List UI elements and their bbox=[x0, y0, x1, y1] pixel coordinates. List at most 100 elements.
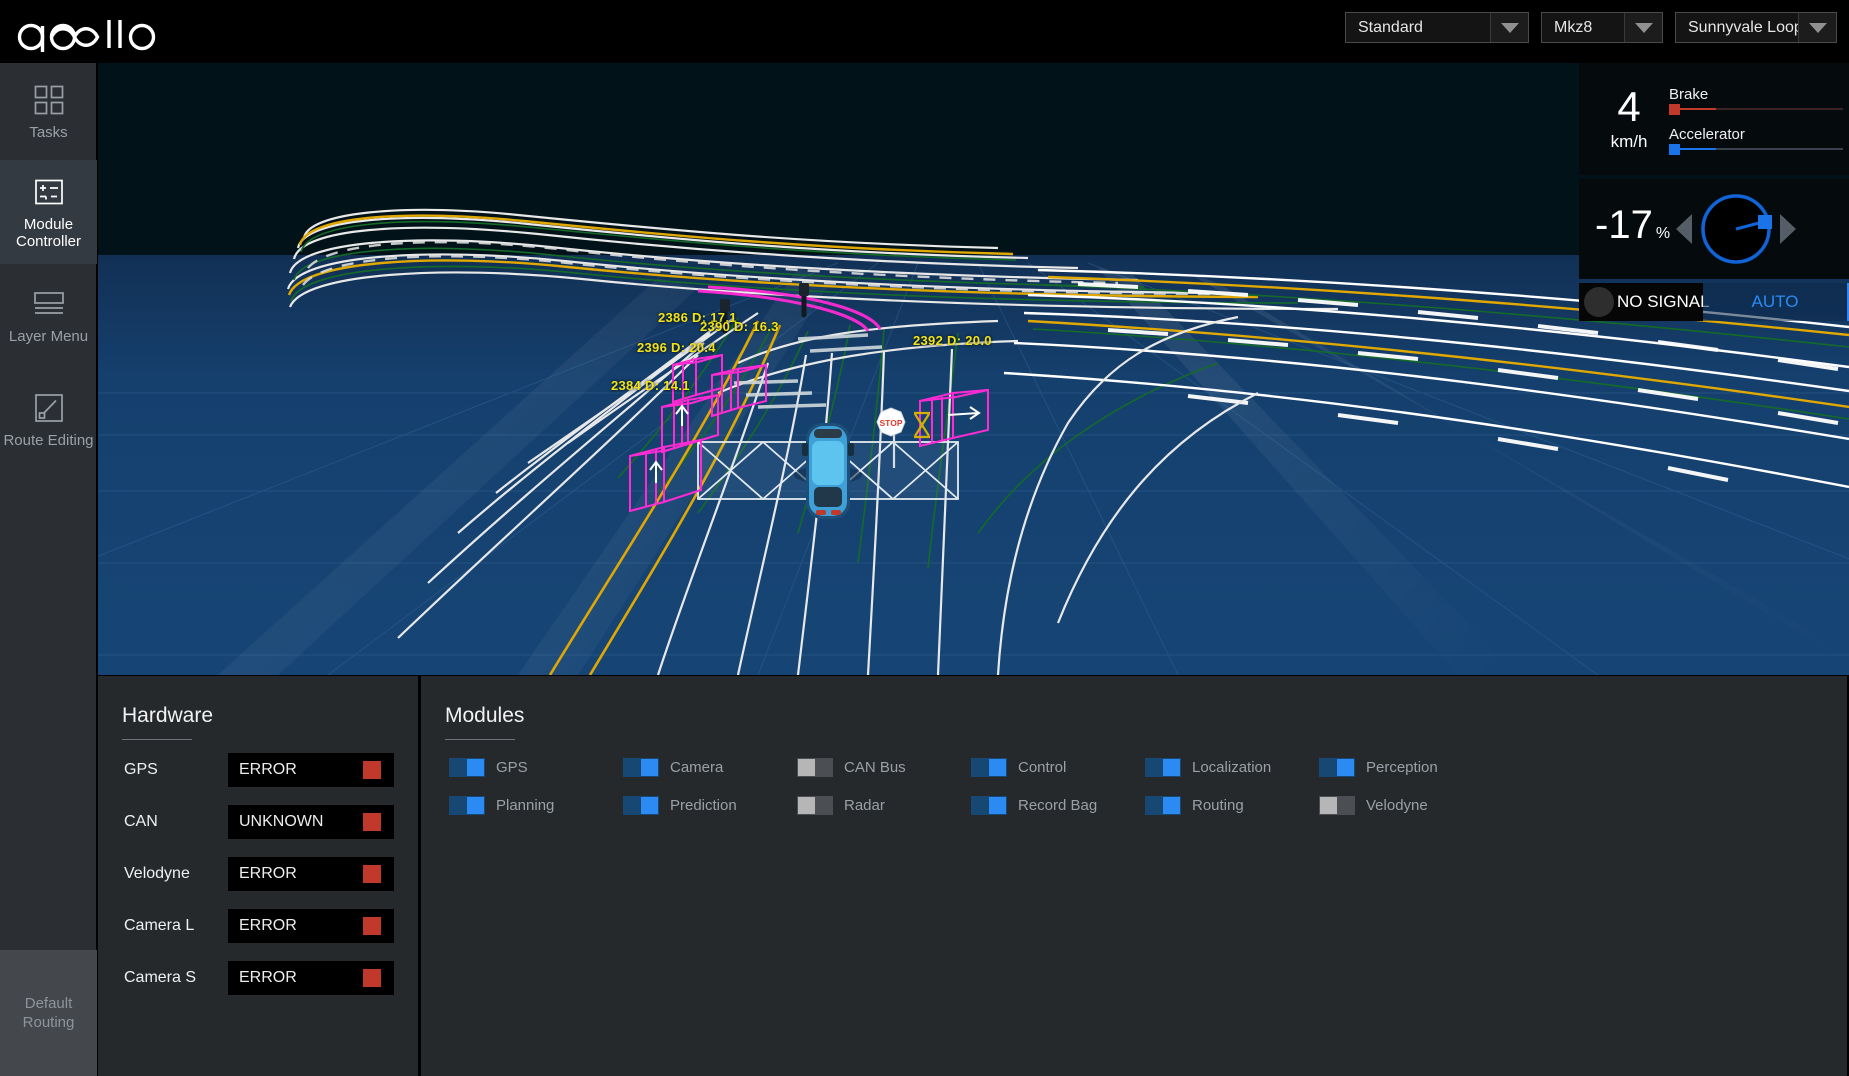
module-label: Localization bbox=[1192, 758, 1272, 776]
hud-overlay: 4 km/h Brake Accelerator -17 % NO SIGNAL… bbox=[1579, 63, 1849, 321]
module-toggle-item[interactable]: Camera bbox=[623, 756, 797, 778]
map-select-value: Sunnyvale Loop bbox=[1688, 18, 1803, 36]
hardware-rows: GPS ERROR CAN UNKNOWN Velodyne ERROR Camera L E… bbox=[98, 748, 418, 1000]
ego-vehicle-shape bbox=[794, 423, 862, 519]
module-toggle-item[interactable]: GPS bbox=[449, 756, 623, 778]
toggle-switch[interactable] bbox=[623, 795, 659, 815]
sidebar-item-label: Route Editing bbox=[3, 432, 94, 449]
hardware-name: CAN bbox=[124, 813, 158, 830]
speed-readout: 4 km/h bbox=[1593, 82, 1665, 152]
hardware-divider bbox=[122, 739, 192, 740]
map-select[interactable]: Sunnyvale Loop bbox=[1675, 12, 1837, 43]
status-led-icon bbox=[363, 917, 381, 935]
accelerator-knob bbox=[1669, 143, 1680, 155]
sidebar-item-route-editing[interactable]: Route Editing bbox=[0, 368, 97, 472]
hardware-name: Camera L bbox=[124, 917, 195, 934]
toggle-knob bbox=[1337, 758, 1354, 776]
speed-value: 4 bbox=[1617, 82, 1641, 130]
hardware-status-text: UNKNOWN bbox=[239, 813, 324, 830]
speed-unit: km/h bbox=[1610, 131, 1648, 151]
vehicle-select-value: Mkz8 bbox=[1554, 18, 1593, 36]
speed-card: 4 km/h Brake Accelerator bbox=[1579, 63, 1849, 175]
hardware-name: Camera S bbox=[124, 969, 197, 986]
module-label: CAN Bus bbox=[844, 758, 906, 776]
sidebar-item-label: Tasks bbox=[29, 123, 68, 141]
chevron-down-icon[interactable] bbox=[1490, 13, 1528, 42]
toggle-switch[interactable] bbox=[797, 795, 833, 815]
toggle-switch[interactable] bbox=[623, 757, 659, 777]
toggle-switch[interactable] bbox=[1145, 757, 1181, 777]
hardware-name: GPS bbox=[124, 761, 158, 778]
chevron-down-icon[interactable] bbox=[1798, 13, 1836, 42]
drive-mode-auto[interactable]: AUTO bbox=[1703, 283, 1849, 321]
sidebar-item-layer-menu[interactable]: Layer Menu bbox=[0, 264, 97, 368]
module-toggle-item[interactable]: Record Bag bbox=[971, 794, 1145, 816]
module-toggle-item[interactable]: CAN Bus bbox=[797, 756, 971, 778]
module-label: Control bbox=[1018, 758, 1067, 776]
steer-right-arrow-icon[interactable] bbox=[1780, 214, 1797, 244]
accelerator-fill bbox=[1680, 148, 1716, 150]
svg-text:STOP: STOP bbox=[880, 418, 903, 428]
toggle-switch[interactable] bbox=[797, 757, 833, 777]
steering-card: -17% bbox=[1579, 179, 1849, 279]
toggle-switch[interactable] bbox=[449, 795, 485, 815]
module-toggle-item[interactable]: Control bbox=[971, 756, 1145, 778]
toggle-switch[interactable] bbox=[1145, 795, 1181, 815]
steering-wheel-dial bbox=[1698, 191, 1774, 267]
obstacle-label: 2390 D: 16.3 bbox=[700, 319, 779, 334]
module-toggle-item[interactable]: Velodyne bbox=[1319, 794, 1493, 816]
module-toggle-item[interactable]: Planning bbox=[449, 794, 623, 816]
brake-label: Brake bbox=[1669, 86, 1709, 103]
sidebar-item-module-controller[interactable]: Module Controller bbox=[0, 160, 97, 264]
toggle-knob bbox=[1320, 796, 1337, 814]
bottom-panels: Hardware GPS ERROR CAN UNKNOWN Velodyne ERROR… bbox=[98, 676, 1849, 1076]
chevron-down-icon[interactable] bbox=[1624, 13, 1662, 42]
steering-unit: % bbox=[1655, 224, 1671, 242]
steer-left-arrow-icon[interactable] bbox=[1676, 214, 1693, 244]
sidebar-item-label: Layer Menu bbox=[8, 328, 89, 345]
toggle-switch[interactable] bbox=[971, 795, 1007, 815]
module-controller-icon bbox=[34, 175, 64, 209]
toggle-switch[interactable] bbox=[1319, 795, 1355, 815]
default-routing-label: Default Routing bbox=[22, 995, 75, 1031]
toggle-switch[interactable] bbox=[449, 757, 485, 777]
status-led-icon bbox=[363, 761, 381, 779]
module-label: Planning bbox=[496, 796, 555, 814]
brake-track bbox=[1680, 108, 1843, 110]
toggle-switch[interactable] bbox=[971, 757, 1007, 777]
obstacle-label: 2392 D: 20.0 bbox=[913, 333, 992, 348]
module-label: Record Bag bbox=[1018, 796, 1098, 814]
module-toggle-item[interactable]: Radar bbox=[797, 794, 971, 816]
module-toggle-item[interactable]: Perception bbox=[1319, 756, 1493, 778]
mode-select[interactable]: Standard bbox=[1345, 12, 1529, 43]
modules-grid: GPS Camera CAN Bus Control Localization Perce… bbox=[421, 756, 1847, 816]
module-label: Routing bbox=[1192, 796, 1244, 814]
toggle-knob bbox=[798, 758, 815, 776]
obstacle-label: 2384 D: 14.1 bbox=[611, 378, 690, 393]
toggle-knob bbox=[641, 758, 658, 776]
brake-meter bbox=[1669, 103, 1843, 115]
toggle-knob bbox=[1163, 758, 1180, 776]
sidebar: Tasks Module Controller Layer Menu Route… bbox=[0, 63, 97, 1076]
toggle-knob bbox=[467, 758, 484, 776]
status-led-icon bbox=[363, 865, 381, 883]
default-routing-button[interactable]: Default Routing bbox=[0, 950, 97, 1076]
hardware-status-text: ERROR bbox=[239, 761, 297, 778]
hardware-panel: Hardware GPS ERROR CAN UNKNOWN Velodyne ERROR… bbox=[98, 676, 418, 1076]
grid-icon bbox=[34, 83, 64, 117]
module-toggle-item[interactable]: Routing bbox=[1145, 794, 1319, 816]
toggle-knob bbox=[989, 796, 1006, 814]
sidebar-item-label: Module Controller bbox=[15, 215, 82, 250]
toggle-switch[interactable] bbox=[1319, 757, 1355, 777]
accelerator-track bbox=[1680, 148, 1843, 150]
modules-title: Modules bbox=[445, 704, 525, 727]
sidebar-item-tasks[interactable]: Tasks bbox=[0, 63, 97, 160]
hardware-name: Velodyne bbox=[124, 865, 190, 882]
module-toggle-item[interactable]: Localization bbox=[1145, 756, 1319, 778]
hardware-title: Hardware bbox=[122, 704, 214, 727]
steering-value: -17 bbox=[1595, 202, 1653, 247]
hardware-status-text: ERROR bbox=[239, 865, 297, 882]
obstacle-label: 2396 D: 20.4 bbox=[637, 340, 716, 355]
vehicle-select[interactable]: Mkz8 bbox=[1541, 12, 1663, 43]
module-toggle-item[interactable]: Prediction bbox=[623, 794, 797, 816]
